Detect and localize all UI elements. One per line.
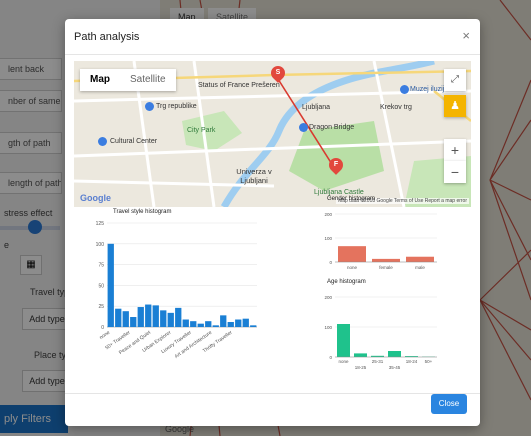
x-tick-label: none xyxy=(338,359,349,364)
travel-bar xyxy=(145,304,152,327)
y-tick-label: 0 xyxy=(329,260,332,265)
y-tick-label: 0 xyxy=(329,355,332,360)
map-label: Univerza v Ljubljani xyxy=(236,167,272,185)
close-icon[interactable]: × xyxy=(462,29,470,42)
map-label: Dragon Bridge xyxy=(309,124,355,131)
y-tick-label: 0 xyxy=(101,325,104,331)
poi-icon xyxy=(400,85,409,94)
route-end-marker[interactable]: F xyxy=(326,155,346,175)
map-type-satellite[interactable]: Satellite xyxy=(120,69,176,91)
gender-histogram: 0 100 200 none female male xyxy=(324,212,437,270)
gender-bar xyxy=(372,258,400,262)
travel-bar xyxy=(235,319,242,327)
travel-bar xyxy=(167,312,174,327)
gender-bar xyxy=(338,246,366,262)
map-label: Krekov trg xyxy=(380,104,412,111)
zoom-in-icon[interactable]: + xyxy=(444,139,466,161)
travel-bar xyxy=(175,307,182,327)
map-label: Ljubljana xyxy=(302,104,331,111)
route-map[interactable]: Map Satellite Status of France Prešeren … xyxy=(74,61,471,207)
y-tick-label: 50 xyxy=(98,283,104,289)
y-tick-label: 25 xyxy=(98,304,104,310)
poi-icon xyxy=(98,137,107,146)
travel-bar xyxy=(137,307,144,327)
travel-bar xyxy=(115,308,122,327)
x-tick-label: male xyxy=(415,265,425,270)
y-tick-label: 125 xyxy=(96,221,105,227)
travel-bar xyxy=(130,317,137,327)
y-tick-label: 200 xyxy=(324,295,332,300)
poi-icon xyxy=(145,102,154,111)
x-tick-label: 25-31 xyxy=(372,359,384,364)
travel-style-histogram: 0255075100125none50+ TravellerPeace and … xyxy=(96,221,257,360)
map-label: Cultural Center xyxy=(110,138,158,145)
travel-bar xyxy=(220,315,227,327)
travel-bar xyxy=(190,321,197,327)
x-tick-label: 50+ xyxy=(425,359,433,364)
poi-icon xyxy=(299,123,308,132)
travel-bar xyxy=(212,325,219,327)
age-bar xyxy=(388,351,401,357)
x-tick-label: 18-25 xyxy=(355,365,367,370)
x-tick-label: 35-45 xyxy=(389,365,401,370)
gender-bar xyxy=(406,256,434,262)
y-tick-label: 100 xyxy=(96,242,105,248)
age-bar xyxy=(337,324,350,357)
google-logo: Google xyxy=(80,193,111,203)
travel-bar xyxy=(197,323,204,327)
fullscreen-icon[interactable]: ⤢ xyxy=(444,69,466,91)
travel-bar xyxy=(227,322,234,327)
travel-bar xyxy=(122,311,129,327)
travel-bar xyxy=(205,321,212,327)
y-tick-label: 100 xyxy=(324,325,332,330)
travel-bar xyxy=(250,325,257,327)
travel-bar xyxy=(182,319,189,327)
modal-header: Path analysis × xyxy=(65,19,480,55)
map-label: Muzej iluzij xyxy=(410,86,445,93)
x-tick-label: none xyxy=(347,265,358,270)
map-label: City Park xyxy=(187,127,216,134)
x-tick-label: none xyxy=(99,330,112,341)
map-type-map[interactable]: Map xyxy=(80,69,120,91)
pegman-icon[interactable]: ♟ xyxy=(444,95,466,117)
modal-footer-divider xyxy=(65,393,480,394)
map-label: Trg republike xyxy=(156,103,197,110)
travel-bar xyxy=(107,243,114,327)
map-type-control: Map Satellite xyxy=(80,69,176,91)
y-tick-label: 75 xyxy=(98,263,104,269)
modal-title: Path analysis xyxy=(74,31,140,43)
y-tick-label: 100 xyxy=(324,236,332,241)
close-button[interactable]: Close xyxy=(431,394,467,414)
travel-bar xyxy=(152,305,159,327)
x-tick-label: female xyxy=(379,265,393,270)
age-bar xyxy=(354,353,367,357)
path-analysis-modal: Path analysis × Map Satellite Status of … xyxy=(65,19,480,426)
x-tick-label: 18-24 xyxy=(406,359,418,364)
age-histogram: 0 100 200 none 25-31 18-24 50+ 18-25 35-45 xyxy=(324,295,437,370)
travel-bar xyxy=(160,310,167,327)
route-start-marker[interactable]: S xyxy=(268,63,288,83)
travel-bar xyxy=(242,318,249,327)
map-label: Status of France Prešeren xyxy=(198,82,280,89)
zoom-out-icon[interactable]: − xyxy=(444,161,466,183)
y-tick-label: 200 xyxy=(324,212,332,217)
map-label: Ljubljana Castle xyxy=(314,189,364,196)
